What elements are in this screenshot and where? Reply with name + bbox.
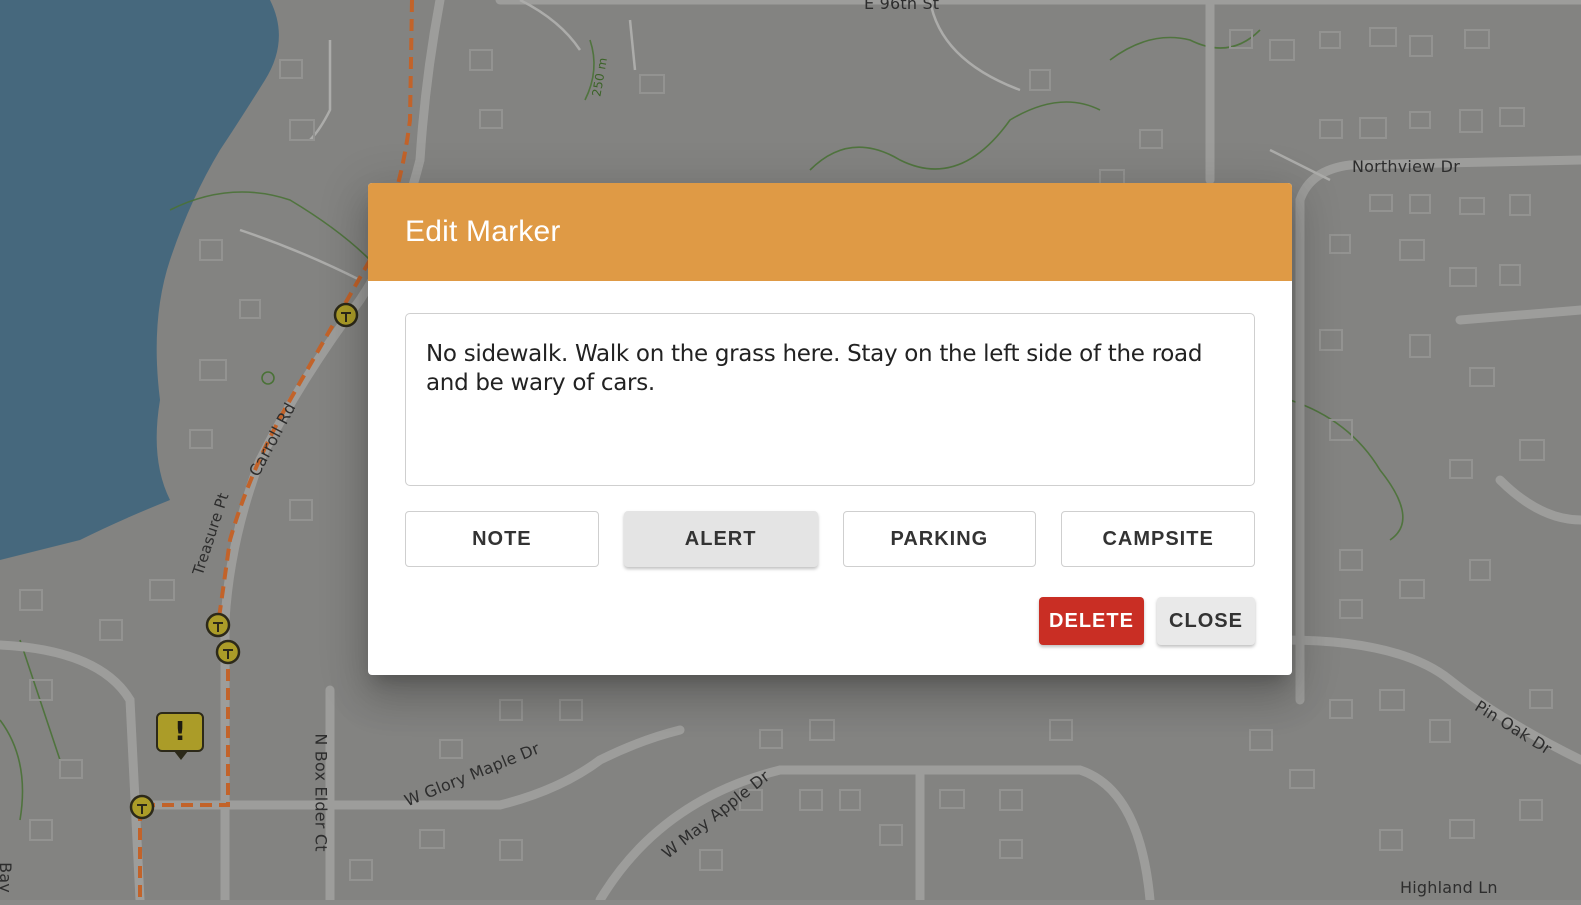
marker-type-selector: NOTE ALERT PARKING CAMPSITE	[405, 511, 1255, 567]
marker-type-alert-button[interactable]: ALERT	[623, 511, 818, 567]
dialog-body: No sidewalk. Walk on the grass here. Sta…	[368, 281, 1292, 645]
marker-type-campsite-button[interactable]: CAMPSITE	[1061, 511, 1255, 567]
close-button[interactable]: CLOSE	[1157, 597, 1255, 645]
dialog-title: Edit Marker	[405, 215, 561, 248]
marker-note-textarea[interactable]: No sidewalk. Walk on the grass here. Sta…	[405, 313, 1255, 486]
delete-button[interactable]: DELETE	[1039, 597, 1144, 645]
marker-type-note-button[interactable]: NOTE	[405, 511, 599, 567]
dialog-header: Edit Marker	[368, 183, 1292, 281]
edit-marker-dialog: Edit Marker No sidewalk. Walk on the gra…	[368, 183, 1292, 675]
dialog-actions: DELETE CLOSE	[405, 597, 1255, 645]
marker-type-parking-button[interactable]: PARKING	[842, 511, 1037, 567]
